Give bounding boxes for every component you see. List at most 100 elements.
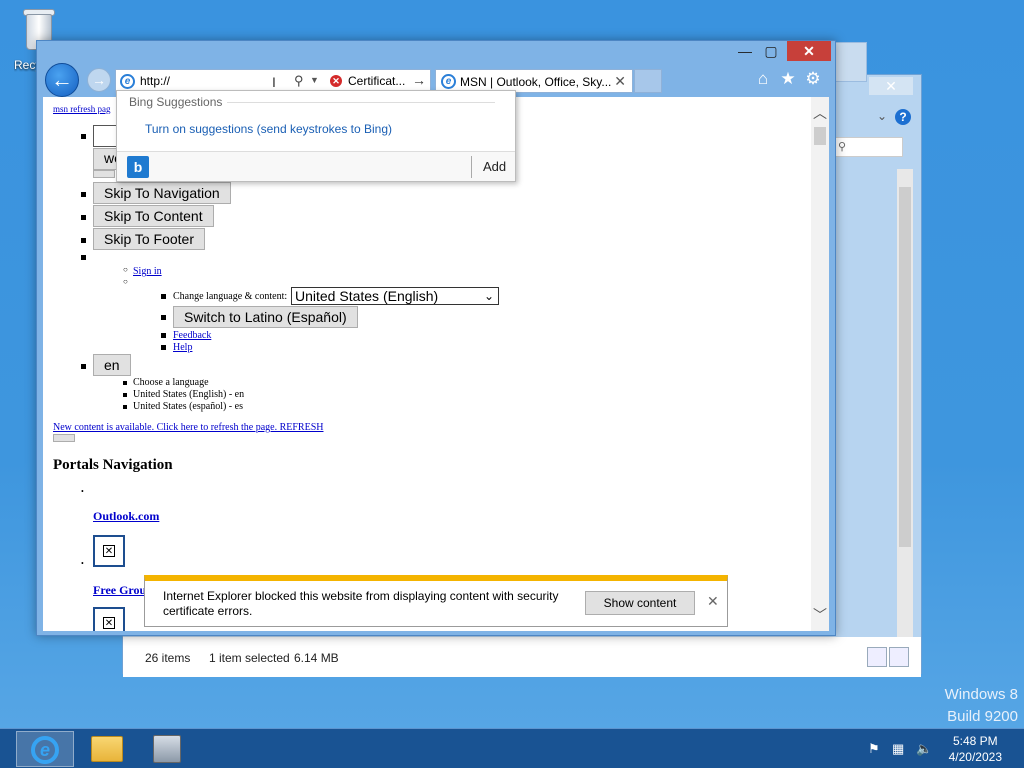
switch-latino-button[interactable]: Switch to Latino (Español) [173,306,358,328]
language-option-en[interactable]: United States (English) - en [133,389,244,400]
small-button[interactable] [93,170,115,178]
clock-time: 5:48 PM [952,734,998,748]
large-icons-view-icon[interactable] [889,647,909,667]
background-window-edge [835,42,867,82]
add-search-provider-button[interactable]: Add [483,159,506,174]
language-option-es[interactable]: United States (español) - es [133,401,243,412]
broken-image-icon[interactable]: ✕ [93,607,125,631]
volume-muted-icon[interactable]: 🔈 [916,741,932,757]
divider [227,102,495,103]
certificate-error-label[interactable]: Certificat... [348,74,405,88]
search-icon[interactable]: ⚲ [294,73,304,89]
notification-close-button[interactable]: ✕ [707,593,719,610]
suggestions-header: Bing Suggestions [129,95,223,109]
title-bar[interactable]: — ▢ ✕ [37,41,835,69]
help-link[interactable]: Help [173,342,192,353]
bullet [81,364,86,369]
language-select[interactable]: United States (English) ⌄ [291,287,499,305]
explorer-close-button[interactable]: ✕ [869,77,913,95]
system-clock[interactable]: 5:48 PM 4/20/2023 [949,733,1002,765]
taskbar-internet-explorer[interactable]: e [16,731,74,767]
clock-date: 4/20/2023 [948,750,1002,764]
bullet [81,134,86,139]
show-content-button[interactable]: Show content [585,591,695,615]
skip-to-footer-button[interactable]: Skip To Footer [93,228,206,250]
bullet [161,315,166,320]
scrollbar-thumb[interactable] [814,127,826,145]
bullet [81,238,86,243]
bullet [81,255,86,260]
text-cursor-icon: I [272,74,276,90]
back-button[interactable]: ← [45,63,79,97]
change-language-label: Change language & content: [173,291,288,302]
bullet [81,192,86,197]
bing-icon[interactable]: b [127,156,149,178]
msn-refresh-link[interactable]: msn refresh pag [53,104,110,114]
free-group-link[interactable]: Free Grou [93,583,146,598]
bullet [161,333,166,338]
arrow-right-icon: → [92,72,106,88]
chevron-down-icon[interactable]: ﹀ [813,605,827,625]
arrow-left-icon: ← [51,67,73,92]
selection-count: 1 item selected [209,651,290,665]
watermark-line-1: Windows 8 [944,686,1018,703]
details-view-icon[interactable] [867,647,887,667]
notification-message: Internet Explorer blocked this website f… [163,589,559,618]
feedback-link[interactable]: Feedback [173,330,211,341]
home-icon[interactable]: ⌂ [753,69,773,89]
new-content-refresh-link[interactable]: New content is available. Click here to … [53,422,323,433]
skip-to-navigation-button[interactable]: Skip To Navigation [93,182,231,204]
turn-on-suggestions-link[interactable]: Turn on suggestions (send keystrokes to … [145,122,392,136]
search-icon: ⚲ [838,141,847,153]
suggestions-footer: b Add [117,151,515,181]
new-tab-button[interactable] [634,69,662,93]
divider [471,156,472,178]
language-select-value: United States (English) [295,288,439,304]
bing-suggestions-dropdown[interactable]: Bing Suggestions Turn on suggestions (se… [116,90,516,182]
sign-in-link[interactable]: Sign in [133,266,162,277]
ie-logo-icon: e [441,74,456,89]
maximize-button[interactable]: ▢ [759,41,783,61]
forward-button[interactable]: → [87,68,111,92]
minimize-button[interactable]: — [733,41,757,61]
network-icon[interactable]: ▦ [892,741,904,757]
choose-language-text: Choose a language [133,377,209,388]
tab-close-button[interactable]: ✕ [614,73,626,90]
chevron-up-icon[interactable]: ︿ [813,103,827,123]
selection-size: 6.14 MB [294,651,339,665]
language-en-button[interactable]: en [93,354,131,376]
ie-logo-icon: e [31,736,59,764]
certificate-error-icon[interactable]: ✕ [330,75,342,87]
bullet [161,294,166,299]
tab-title: MSN | Outlook, Office, Sky... [460,75,612,89]
help-icon[interactable]: ? [895,109,911,125]
view-toggle [865,647,909,670]
taskbar: e ⚑ ▦ 🔈 5:48 PM 4/20/2023 [0,728,1024,768]
watermark-line-2: Build 9200 [947,708,1018,725]
tool-app-icon [153,735,181,763]
chevron-down-icon[interactable]: ⌄ [877,109,887,123]
chevron-down-icon[interactable]: ▼ [310,75,319,85]
action-center-flag-icon[interactable]: ⚑ [868,741,880,757]
settings-gear-icon[interactable]: ⚙ [803,69,823,89]
ie-logo-icon: e [120,74,135,89]
favorites-star-icon[interactable]: ★ [778,69,798,89]
skip-to-content-button[interactable]: Skip To Content [93,205,214,227]
folder-icon [91,736,123,762]
taskbar-file-explorer[interactable] [78,731,136,767]
taskbar-app[interactable] [138,731,196,767]
page-scrollbar[interactable]: ︿ ﹀ [811,97,829,631]
outlook-link[interactable]: Outlook.com [93,509,159,524]
chevron-down-icon: ⌄ [483,289,494,303]
explorer-scrollbar[interactable] [897,169,913,639]
bullet [161,345,166,350]
explorer-search-input[interactable]: ⚲ [833,137,903,157]
explorer-status-bar: 26 items 1 item selected 6.14 MB [123,637,921,677]
close-button[interactable]: ✕ [787,41,831,61]
refresh-mini-button[interactable] [53,434,75,442]
go-arrow-icon[interactable]: → [412,72,426,88]
address-input[interactable]: http:// [140,74,170,88]
windows-build-watermark: Windows 8 Build 9200 [945,684,1018,728]
portals-heading: Portals Navigation [53,457,173,473]
broken-image-icon[interactable]: ✕ [93,535,125,567]
